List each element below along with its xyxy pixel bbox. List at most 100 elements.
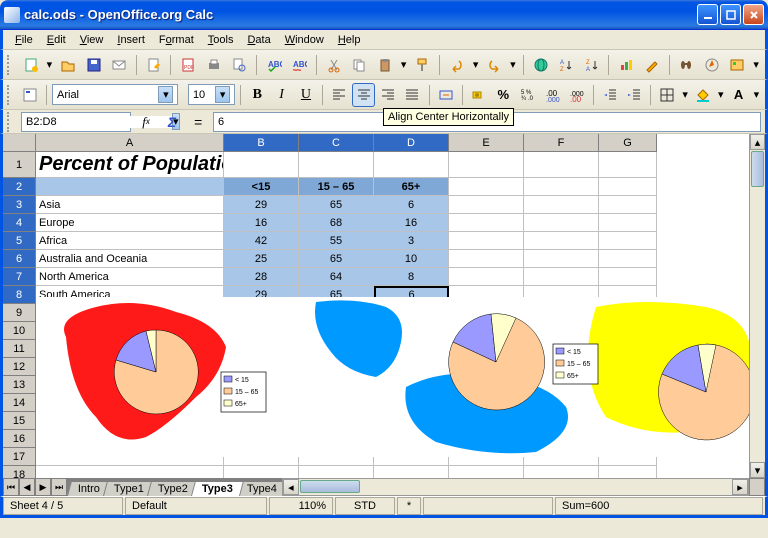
- scroll-left-button[interactable]: ◂: [283, 479, 299, 495]
- chart-button[interactable]: [614, 53, 638, 77]
- row-header-4[interactable]: 4: [3, 214, 36, 232]
- column-header-A[interactable]: A: [36, 134, 224, 152]
- merge-cells-button[interactable]: [435, 83, 457, 107]
- close-button[interactable]: [743, 4, 764, 25]
- underline-button[interactable]: U: [295, 83, 317, 107]
- tab-first-button[interactable]: ⏮: [3, 478, 19, 496]
- row-header-6[interactable]: 6: [3, 250, 36, 268]
- open-button[interactable]: [56, 53, 80, 77]
- scroll-right-button[interactable]: ▸: [732, 479, 748, 495]
- select-all-corner[interactable]: [3, 134, 36, 152]
- email-button[interactable]: [107, 53, 131, 77]
- cell[interactable]: [449, 152, 524, 178]
- cell[interactable]: [524, 268, 599, 286]
- tab-last-button[interactable]: ⏭: [51, 478, 67, 496]
- currency-button[interactable]: [468, 83, 490, 107]
- cell[interactable]: 55: [299, 232, 374, 250]
- sort-asc-button[interactable]: AZ: [554, 53, 578, 77]
- find-button[interactable]: [675, 53, 699, 77]
- column-header-C[interactable]: C: [299, 134, 374, 152]
- cell[interactable]: [449, 250, 524, 268]
- column-header-E[interactable]: E: [449, 134, 524, 152]
- row-header-14[interactable]: 14: [3, 394, 36, 412]
- sort-desc-button[interactable]: ZA: [580, 53, 604, 77]
- toolbar-overflow[interactable]: ▾: [751, 58, 761, 71]
- cell[interactable]: [224, 152, 299, 178]
- format-paint-button[interactable]: [411, 53, 435, 77]
- cell[interactable]: Asia: [36, 196, 224, 214]
- paste-button[interactable]: [373, 53, 397, 77]
- align-center-button[interactable]: [352, 83, 374, 107]
- cell[interactable]: Australia and Oceania: [36, 250, 224, 268]
- menu-help[interactable]: Help: [332, 32, 367, 48]
- tab-next-button[interactable]: ▶: [35, 478, 51, 496]
- redo-button[interactable]: [482, 53, 506, 77]
- bg-color-dropdown[interactable]: ▾: [716, 88, 725, 101]
- add-decimal-button[interactable]: .00.000: [541, 83, 563, 107]
- cell[interactable]: 3: [374, 232, 449, 250]
- row-header-3[interactable]: 3: [3, 196, 36, 214]
- cell[interactable]: [374, 152, 449, 178]
- cell[interactable]: [299, 466, 374, 478]
- save-button[interactable]: [82, 53, 106, 77]
- redo-dropdown[interactable]: ▾: [508, 58, 518, 71]
- cell[interactable]: [524, 466, 599, 478]
- cell[interactable]: [599, 268, 657, 286]
- navigator-button[interactable]: [700, 53, 724, 77]
- cell[interactable]: [524, 178, 599, 196]
- cell[interactable]: [449, 178, 524, 196]
- cell[interactable]: Percent of Population of Age: [36, 152, 224, 178]
- cell[interactable]: [524, 152, 599, 178]
- styles-button[interactable]: [19, 83, 41, 107]
- row-header-10[interactable]: 10: [3, 322, 36, 340]
- print-button[interactable]: [202, 53, 226, 77]
- cell[interactable]: 15 – 65: [299, 178, 374, 196]
- cell[interactable]: [524, 214, 599, 232]
- menu-file[interactable]: File: [9, 32, 39, 48]
- undo-dropdown[interactable]: ▾: [471, 58, 481, 71]
- align-justify-button[interactable]: [401, 83, 423, 107]
- sheet-tab-type4[interactable]: Type4: [236, 481, 288, 496]
- cell[interactable]: [36, 466, 224, 478]
- cell[interactable]: [224, 466, 299, 478]
- minimize-button[interactable]: [697, 4, 718, 25]
- cell[interactable]: [524, 250, 599, 268]
- menu-tools[interactable]: Tools: [202, 32, 240, 48]
- toolbar-grip[interactable]: [7, 112, 13, 132]
- column-header-G[interactable]: G: [599, 134, 657, 152]
- cell[interactable]: [449, 232, 524, 250]
- cell[interactable]: 65: [299, 250, 374, 268]
- cell[interactable]: [599, 250, 657, 268]
- cell[interactable]: 64: [299, 268, 374, 286]
- row-header-11[interactable]: 11: [3, 340, 36, 358]
- cell[interactable]: [36, 178, 224, 196]
- toolbar-grip[interactable]: [7, 85, 13, 105]
- draw-button[interactable]: [640, 53, 664, 77]
- cell[interactable]: 25: [224, 250, 299, 268]
- bg-color-button[interactable]: [692, 83, 714, 107]
- status-mode[interactable]: STD: [335, 497, 395, 515]
- copy-button[interactable]: [348, 53, 372, 77]
- cut-button[interactable]: [322, 53, 346, 77]
- cell[interactable]: [599, 466, 657, 478]
- scroll-thumb-h[interactable]: [300, 480, 360, 493]
- toolbar-grip[interactable]: [7, 55, 13, 75]
- status-sum[interactable]: Sum=600: [555, 497, 763, 515]
- cell[interactable]: Europe: [36, 214, 224, 232]
- menu-data[interactable]: Data: [241, 32, 276, 48]
- status-zoom[interactable]: 110%: [269, 497, 333, 515]
- row-header-16[interactable]: 16: [3, 430, 36, 448]
- column-header-D[interactable]: D: [374, 134, 449, 152]
- row-header-2[interactable]: 2: [3, 178, 36, 196]
- borders-dropdown[interactable]: ▾: [680, 88, 689, 101]
- borders-button[interactable]: [656, 83, 678, 107]
- sum-button[interactable]: Σ: [161, 112, 183, 132]
- gallery-button[interactable]: [726, 53, 750, 77]
- cell[interactable]: 16: [224, 214, 299, 232]
- cell[interactable]: [599, 232, 657, 250]
- status-style[interactable]: Default: [125, 497, 267, 515]
- new-dropdown[interactable]: ▾: [44, 58, 54, 71]
- cell[interactable]: 42: [224, 232, 299, 250]
- tab-prev-button[interactable]: ◀: [19, 478, 35, 496]
- number-format-button[interactable]: 5%¾.0: [517, 83, 539, 107]
